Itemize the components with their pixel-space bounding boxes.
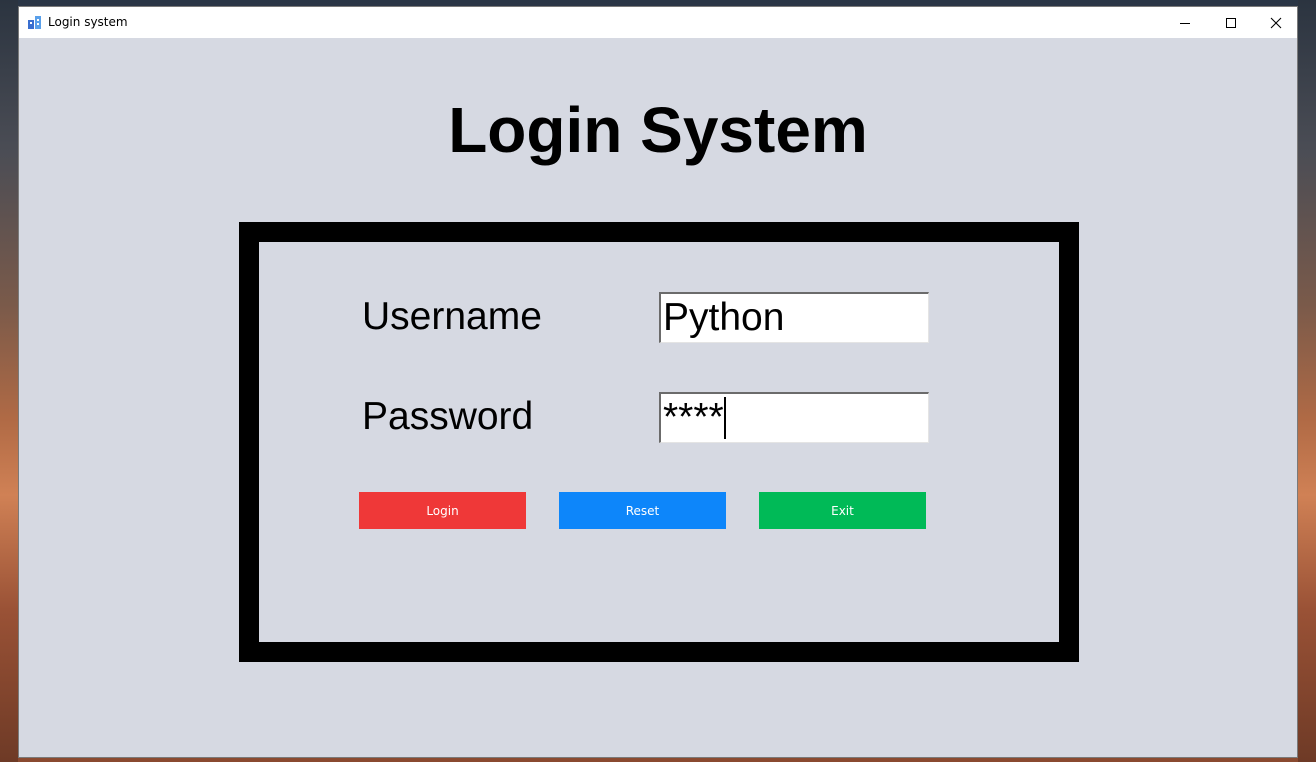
password-value: **** bbox=[663, 396, 724, 439]
app-heading: Login System bbox=[448, 94, 868, 166]
exit-button[interactable]: Exit bbox=[759, 492, 926, 529]
maximize-button[interactable] bbox=[1208, 7, 1254, 38]
minimize-button[interactable] bbox=[1162, 7, 1208, 38]
password-input[interactable]: **** bbox=[659, 392, 929, 443]
app-feather-icon bbox=[27, 14, 43, 30]
username-value: Python bbox=[663, 296, 785, 339]
login-button[interactable]: Login bbox=[359, 492, 526, 529]
title-bar[interactable]: Login system bbox=[19, 7, 1297, 38]
login-window: Login system Login System Username Pytho… bbox=[18, 6, 1298, 758]
close-icon bbox=[1270, 17, 1282, 28]
window-title: Login system bbox=[48, 15, 128, 29]
login-frame-border: Username Python Password **** Login Rese… bbox=[239, 222, 1079, 662]
desktop-background-left bbox=[0, 0, 18, 762]
reset-button[interactable]: Reset bbox=[559, 492, 726, 529]
password-label: Password bbox=[362, 395, 534, 438]
close-button[interactable] bbox=[1253, 7, 1299, 38]
maximize-icon bbox=[1226, 17, 1236, 28]
login-form: Username Python Password **** Login Rese… bbox=[259, 242, 1059, 642]
username-input[interactable]: Python bbox=[659, 292, 929, 343]
username-label: Username bbox=[362, 295, 542, 338]
minimize-icon bbox=[1180, 22, 1190, 24]
text-caret bbox=[723, 397, 726, 439]
desktop-background-right bbox=[1298, 0, 1316, 762]
